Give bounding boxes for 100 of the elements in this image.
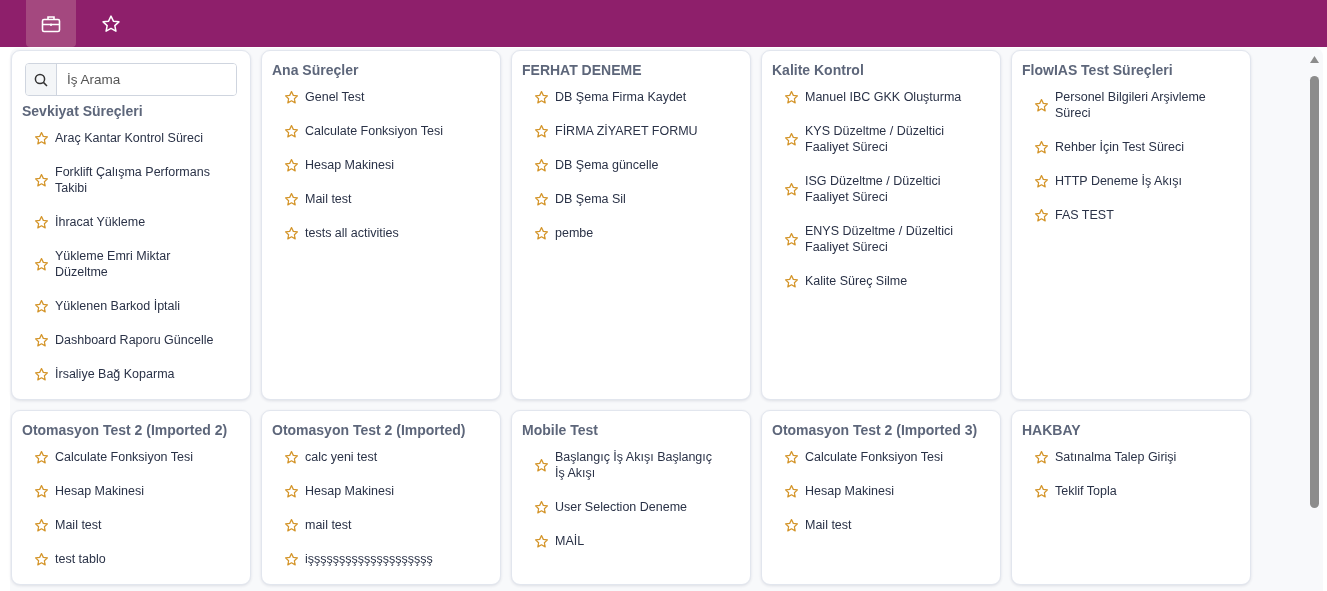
group-title: Otomasyon Test 2 (Imported 3) [772, 421, 979, 440]
process-link[interactable]: Teklif Topla [1055, 483, 1117, 499]
star-icon[interactable] [34, 483, 49, 499]
process-link[interactable]: KYS Düzeltme / Düzeltici Faaliyet Süreci [805, 123, 975, 155]
star-icon[interactable] [534, 533, 549, 549]
process-link[interactable]: HTTP Deneme İş Akışı [1055, 173, 1182, 189]
process-link[interactable]: Rehber İçin Test Süreci [1055, 139, 1184, 155]
group-title: Otomasyon Test 2 (Imported) [272, 421, 467, 440]
process-link[interactable]: mail test [305, 517, 352, 533]
star-icon[interactable] [784, 181, 799, 197]
process-link[interactable]: Hesap Makinesi [305, 157, 394, 173]
process-link[interactable]: İrsaliye Bağ Koparma [55, 366, 175, 382]
star-icon[interactable] [784, 273, 799, 289]
star-icon[interactable] [534, 157, 549, 173]
process-link[interactable]: Satınalma Talep Girişi [1055, 449, 1177, 465]
star-icon[interactable] [1034, 483, 1049, 499]
star-icon[interactable] [1034, 173, 1049, 189]
process-link[interactable]: MAİL [555, 533, 585, 549]
star-icon[interactable] [784, 89, 799, 105]
processes-tab[interactable] [26, 0, 76, 47]
process-link[interactable]: Mail test [305, 191, 352, 207]
star-icon [101, 13, 121, 34]
star-icon[interactable] [34, 298, 49, 314]
group-title: Ana Süreçler [272, 61, 360, 80]
process-link[interactable]: tests all activities [305, 225, 399, 241]
search-icon [34, 72, 48, 87]
scroll-up-icon[interactable] [1310, 56, 1319, 63]
process-link[interactable]: DB Şema güncelle [555, 157, 659, 173]
star-icon[interactable] [34, 214, 49, 230]
search-field[interactable]: İş Arama [25, 63, 237, 96]
process-link[interactable]: ENYS Düzeltme / Düzeltici Faaliyet Süreci [805, 223, 975, 255]
process-link[interactable]: Genel Test [305, 89, 365, 105]
process-link[interactable]: Personel Bilgileri Arşivleme Süreci [1055, 89, 1225, 121]
briefcase-icon [41, 14, 61, 33]
star-icon[interactable] [784, 131, 799, 147]
star-icon[interactable] [784, 231, 799, 247]
process-link[interactable]: Yüklenen Barkod İptali [55, 298, 181, 314]
group-title: Otomasyon Test 2 (Imported 2) [22, 421, 229, 440]
star-icon[interactable] [284, 517, 299, 533]
process-link[interactable]: İhracat Yükleme [55, 214, 146, 230]
process-link[interactable]: Mail test [805, 517, 852, 533]
star-icon[interactable] [284, 191, 299, 207]
star-icon[interactable] [284, 123, 299, 139]
star-icon[interactable] [784, 517, 799, 533]
star-icon[interactable] [534, 89, 549, 105]
star-icon[interactable] [34, 449, 49, 465]
star-icon[interactable] [34, 332, 49, 348]
process-link[interactable]: Başlangıç İş Akışı Başlangıç İş Akışı [555, 449, 725, 481]
star-icon[interactable] [284, 483, 299, 499]
process-link[interactable]: işşşşşşşşşşşşşşşşşşşş [305, 551, 433, 567]
star-icon[interactable] [34, 517, 49, 533]
star-icon[interactable] [534, 457, 549, 473]
group-title: FERHAT DENEME [522, 61, 643, 80]
star-icon[interactable] [1034, 97, 1049, 113]
group-title: Kalite Kontrol [772, 61, 865, 80]
process-link[interactable]: pembe [555, 225, 594, 241]
star-icon[interactable] [534, 225, 549, 241]
process-link[interactable]: DB Şema Sil [555, 191, 626, 207]
star-icon[interactable] [284, 225, 299, 241]
process-link[interactable]: Calculate Fonksiyon Tesi [805, 449, 944, 465]
process-link[interactable]: FAS TEST [1055, 207, 1114, 223]
process-link[interactable]: FİRMA ZİYARET FORMU [555, 123, 698, 139]
star-icon[interactable] [34, 366, 49, 382]
process-link[interactable]: Dashboard Raporu Güncelle [55, 332, 214, 348]
process-link[interactable]: DB Şema Firma Kaydet [555, 89, 687, 105]
star-icon[interactable] [284, 551, 299, 567]
group-title: Sevkiyat Süreçleri [22, 102, 144, 121]
process-link[interactable]: Calculate Fonksiyon Tesi [305, 123, 444, 139]
process-link[interactable]: test tablo [55, 551, 106, 567]
process-link[interactable]: Yükleme Emri Miktar Düzeltme [55, 248, 225, 280]
process-link[interactable]: Hesap Makinesi [55, 483, 144, 499]
star-icon[interactable] [1034, 449, 1049, 465]
process-link[interactable]: Calculate Fonksiyon Tesi [55, 449, 194, 465]
process-link[interactable]: Mail test [55, 517, 102, 533]
process-link[interactable]: Hesap Makinesi [805, 483, 894, 499]
process-link[interactable]: Kalite Süreç Silme [805, 273, 908, 289]
star-icon[interactable] [284, 89, 299, 105]
star-icon[interactable] [534, 499, 549, 515]
star-icon[interactable] [34, 172, 49, 188]
process-link[interactable]: ISG Düzeltme / Düzeltici Faaliyet Süreci [805, 173, 975, 205]
star-icon[interactable] [1034, 207, 1049, 223]
star-icon[interactable] [534, 123, 549, 139]
star-icon[interactable] [284, 157, 299, 173]
star-icon[interactable] [34, 130, 49, 146]
scrollbar-thumb[interactable] [1310, 76, 1319, 508]
group-title: FlowIAS Test Süreçleri [1022, 61, 1174, 80]
star-icon[interactable] [784, 449, 799, 465]
group-title: Mobile Test [522, 421, 599, 440]
process-link[interactable]: Manuel IBC GKK Oluşturma [805, 89, 962, 105]
star-icon[interactable] [1034, 139, 1049, 155]
star-icon[interactable] [784, 483, 799, 499]
star-icon[interactable] [534, 191, 549, 207]
process-link[interactable]: Forklift Çalışma Performans Takibi [55, 164, 225, 196]
process-link[interactable]: calc yeni test [305, 449, 378, 465]
star-icon[interactable] [284, 449, 299, 465]
process-link[interactable]: Araç Kantar Kontrol Süreci [55, 130, 203, 146]
star-icon[interactable] [34, 551, 49, 567]
process-link[interactable]: Hesap Makinesi [305, 483, 394, 499]
star-icon[interactable] [34, 256, 49, 272]
process-link[interactable]: User Selection Deneme [555, 499, 687, 515]
